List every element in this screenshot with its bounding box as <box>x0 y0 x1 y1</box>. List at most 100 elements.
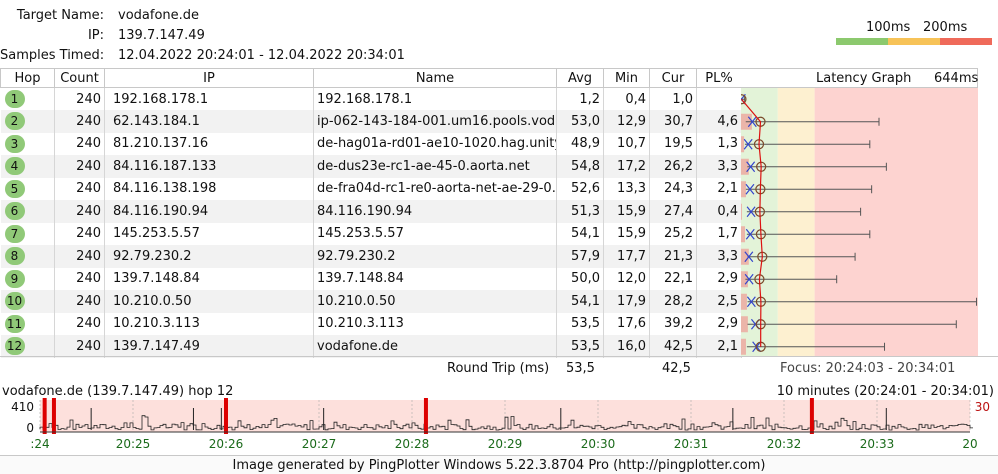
timeline-time-label: 20:32 <box>767 437 802 451</box>
avg-cell: 53,5 <box>556 335 604 358</box>
timeline-time-label: :24 <box>30 437 49 451</box>
table-row[interactable]: 7 240 145.253.5.57 145.253.5.57 54,1 15,9 25,2… <box>0 222 742 245</box>
hop-cell: 6 <box>0 200 55 223</box>
pl-cell: 1,7 <box>696 222 742 245</box>
ip-cell: 84.116.187.133 <box>104 155 314 178</box>
hop-cell: 7 <box>0 222 55 245</box>
hop-rows: 1 240 192.168.178.1 192.168.178.1 1,2 0,4 1,0 2… <box>0 87 742 358</box>
table-row[interactable]: 12 240 139.7.147.49 vodafone.de 53,5 16,0 42,5… <box>0 335 742 358</box>
pl-cell: 2,5 <box>696 290 742 313</box>
cur-cell: 1,0 <box>649 87 697 110</box>
hop-cell: 2 <box>0 110 55 133</box>
target-name-value: vodafone.de <box>118 8 200 23</box>
col-ip-header[interactable]: IP <box>104 68 314 88</box>
ip-cell: 139.7.148.84 <box>104 267 314 290</box>
timeline-time-label: 20:30 <box>581 437 616 451</box>
hop-number-badge: 12 <box>4 337 25 356</box>
latency-scale-label: 644ms <box>934 71 979 86</box>
table-row[interactable]: 8 240 92.79.230.2 92.79.230.2 57,9 17,7 21,3 3,… <box>0 245 742 268</box>
hop-cell: 9 <box>0 267 55 290</box>
avg-cell: 51,3 <box>556 200 604 223</box>
name-cell: 10.210.0.50 <box>313 290 557 313</box>
table-row[interactable]: 3 240 81.210.137.16 de-hag01a-rd01-ae10-102… <box>0 132 742 155</box>
hop-number-badge: 10 <box>4 292 25 311</box>
timeline-graph[interactable]: 410 0 30:24 20:25 20:26 20:27 20:28 20:29 20:30 2… <box>0 398 998 454</box>
count-cell: 240 <box>54 335 105 358</box>
col-name-header[interactable]: Name <box>313 68 557 88</box>
pl-cell: 2,9 <box>696 267 742 290</box>
timeline-loss-marker <box>809 398 814 434</box>
timeline-time-label: 20 <box>962 437 977 451</box>
packet-loss-bar <box>741 316 748 333</box>
count-cell: 240 <box>54 290 105 313</box>
latency-graph[interactable] <box>741 88 978 357</box>
table-row[interactable]: 2 240 62.143.184.1 ip-062-143-184-001.um16.… <box>0 110 742 133</box>
count-cell: 240 <box>54 222 105 245</box>
col-cur-header[interactable]: Cur <box>649 68 697 88</box>
legend-200ms-label: 200ms <box>923 20 968 35</box>
avg-cell: 53,5 <box>556 312 604 335</box>
packet-loss-bar <box>741 226 746 243</box>
pl-cell: 4,6 <box>696 110 742 133</box>
count-cell: 240 <box>54 312 105 335</box>
zone-warn <box>777 88 815 357</box>
count-cell: 240 <box>54 177 105 200</box>
latency-graph-header: Latency Graph 644ms <box>741 68 978 88</box>
cur-cell: 27,4 <box>649 200 697 223</box>
pl-cell: 3,3 <box>696 155 742 178</box>
hop-table: Hop Count IP Name Avg Min Cur PL% 1 240 19… <box>0 68 742 358</box>
table-row[interactable]: 5 240 84.116.138.198 de-fra04d-rc1-re0-aort… <box>0 177 742 200</box>
avg-cell: 54,1 <box>556 290 604 313</box>
packet-loss-bar <box>741 338 746 355</box>
cur-cell: 42,5 <box>649 335 697 358</box>
table-row[interactable]: 4 240 84.116.187.133 de-dus23e-rc1-ae-45-0.… <box>0 155 742 178</box>
name-cell: vodafone.de <box>313 335 557 358</box>
legend-100ms-label: 100ms <box>866 20 911 35</box>
hop-cell: 3 <box>0 132 55 155</box>
min-cell: 17,9 <box>603 290 650 313</box>
min-cell: 12,0 <box>603 267 650 290</box>
credit-footer: Image generated by PingPlotter Windows 5… <box>0 455 998 474</box>
name-cell: 139.7.148.84 <box>313 267 557 290</box>
zone-bad <box>814 88 978 357</box>
table-row[interactable]: 6 240 84.116.190.94 84.116.190.94 51,3 15,9 27… <box>0 200 742 223</box>
ip-cell: 10.210.0.50 <box>104 290 314 313</box>
name-cell: de-fra04d-rc1-re0-aorta-net-ae-29-0. <box>313 177 557 200</box>
count-cell: 240 <box>54 132 105 155</box>
count-cell: 240 <box>54 87 105 110</box>
col-avg-header[interactable]: Avg <box>556 68 604 88</box>
name-cell: de-dus23e-rc1-ae-45-0.aorta.net <box>313 155 557 178</box>
hop-grid: Hop Count IP Name Avg Min Cur PL% 1 240 19… <box>0 68 998 382</box>
table-row[interactable]: 9 240 139.7.148.84 139.7.148.84 50,0 12,0 22,1… <box>0 267 742 290</box>
col-hop-header[interactable]: Hop <box>0 68 55 88</box>
round-trip-avg: 53,5 <box>566 361 595 376</box>
cur-cell: 26,2 <box>649 155 697 178</box>
timeline-time-label: 20:29 <box>488 437 523 451</box>
round-trip-cur: 42,5 <box>662 361 691 376</box>
cur-cell: 22,1 <box>649 267 697 290</box>
hop-number-badge: 4 <box>4 157 25 176</box>
table-row[interactable]: 10 240 10.210.0.50 10.210.0.50 54,1 17,9 28,2 2… <box>0 290 742 313</box>
hop-number-badge: 7 <box>4 224 25 243</box>
hop-cell: 4 <box>0 155 55 178</box>
ip-cell: 81.210.137.16 <box>104 132 314 155</box>
table-row[interactable]: 1 240 192.168.178.1 192.168.178.1 1,2 0,4 1,0 <box>0 87 742 110</box>
hop-cell: 11 <box>0 312 55 335</box>
table-row[interactable]: 11 240 10.210.3.113 10.210.3.113 53,5 17,6 39,… <box>0 312 742 335</box>
col-min-header[interactable]: Min <box>603 68 650 88</box>
ip-cell: 62.143.184.1 <box>104 110 314 133</box>
count-cell: 240 <box>54 110 105 133</box>
col-count-header[interactable]: Count <box>54 68 105 88</box>
count-cell: 240 <box>54 155 105 178</box>
ip-value: 139.7.147.49 <box>118 28 205 43</box>
timeline-y-min-label: 0 <box>26 421 34 435</box>
cur-cell: 24,3 <box>649 177 697 200</box>
pl-cell: 2,9 <box>696 312 742 335</box>
timeline-time-label: 20:33 <box>860 437 895 451</box>
samples-label: Samples Timed: <box>0 48 105 63</box>
ip-cell: 84.116.138.198 <box>104 177 314 200</box>
packet-loss-bar <box>741 203 742 220</box>
name-cell: 10.210.3.113 <box>313 312 557 335</box>
col-pl-header[interactable]: PL% <box>696 68 742 88</box>
hop-number-badge: 11 <box>4 314 25 333</box>
